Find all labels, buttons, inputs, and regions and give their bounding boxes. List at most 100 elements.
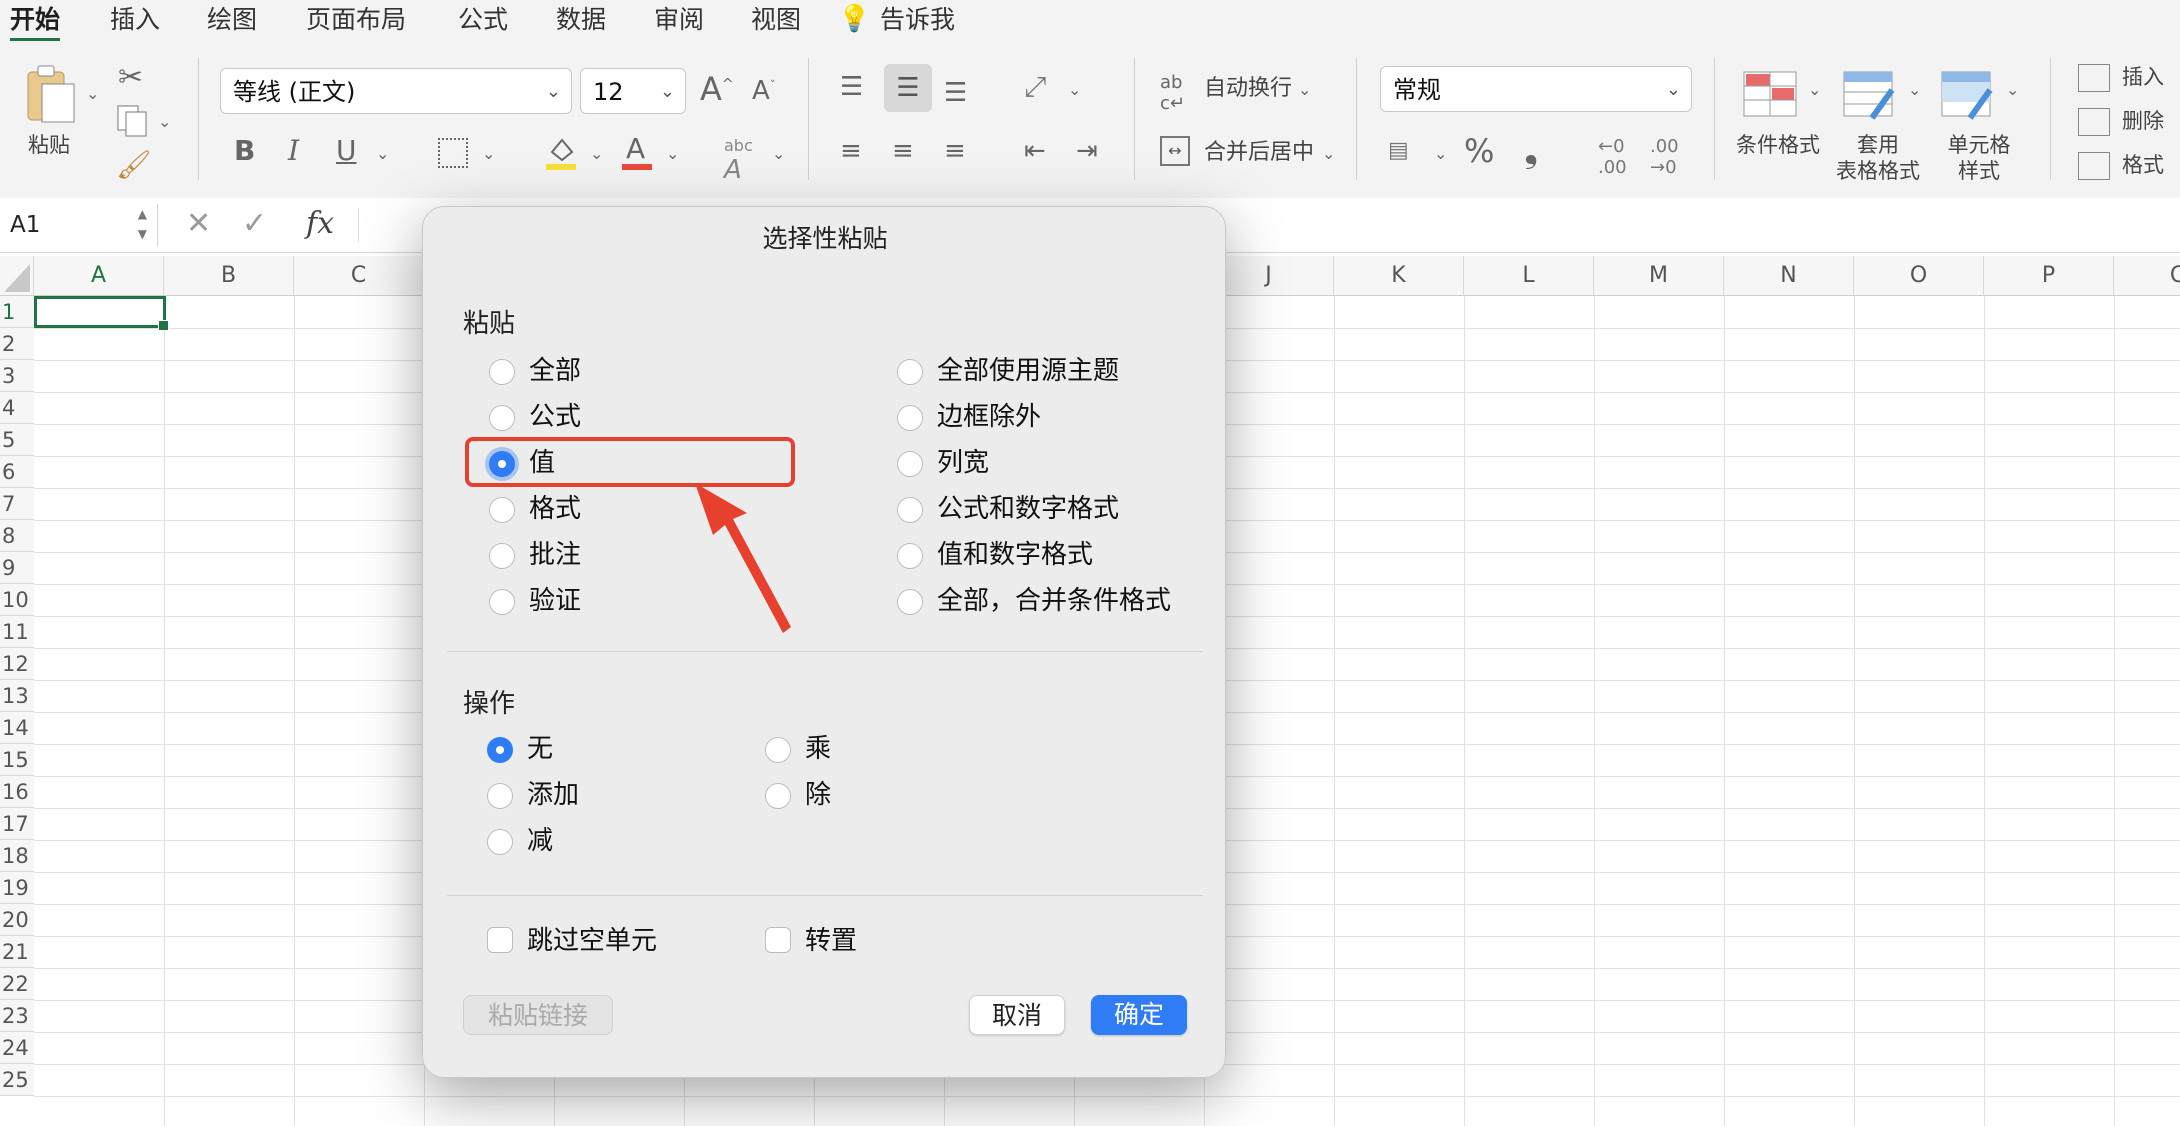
borders-dropdown-icon[interactable]: ⌄	[482, 144, 495, 163]
phonetic-icon[interactable]: abc A	[724, 136, 753, 185]
cancel-button[interactable]: 取消	[969, 995, 1065, 1035]
column-header[interactable]: B	[164, 256, 294, 296]
insert-function-button[interactable]: fx	[306, 206, 334, 241]
cancel-formula-icon[interactable]: ✕	[186, 206, 211, 241]
tab-home[interactable]: 开始	[10, 2, 61, 41]
column-header[interactable]: Q	[2114, 256, 2180, 296]
radio-paste-formats[interactable]	[489, 497, 515, 523]
row-header[interactable]: 21	[0, 936, 34, 968]
stepper-icon[interactable]: ▲ ▼	[138, 204, 147, 244]
radio-paste-all-merge-conditional[interactable]	[897, 589, 923, 615]
radio-paste-formulas-number-formats[interactable]	[897, 497, 923, 523]
cell-styles-label[interactable]: 单元格 样式	[1944, 132, 2014, 184]
radio-paste-comments[interactable]	[489, 543, 515, 569]
row-header[interactable]: 8	[0, 520, 34, 552]
format-painter-icon[interactable]: 🖌	[116, 148, 152, 181]
row-header[interactable]: 20	[0, 904, 34, 936]
merge-center-label[interactable]: 合并后居中	[1204, 140, 1314, 166]
radio-paste-values-number-formats[interactable]	[897, 543, 923, 569]
column-header[interactable]: C	[294, 256, 424, 296]
row-header[interactable]: 16	[0, 776, 34, 808]
radio-paste-all[interactable]	[489, 359, 515, 385]
table-format-dropdown-icon[interactable]: ⌄	[1908, 80, 1921, 99]
borders-icon[interactable]	[438, 138, 468, 168]
column-header[interactable]: L	[1464, 256, 1594, 296]
selected-cell[interactable]	[34, 296, 169, 331]
font-color-dropdown-icon[interactable]: ⌄	[666, 144, 679, 163]
orientation-icon[interactable]: ⤢	[1024, 70, 1046, 104]
cut-icon[interactable]: ✂	[118, 60, 143, 95]
table-format-label[interactable]: 套用 表格格式	[1836, 132, 1920, 184]
conditional-format-dropdown-icon[interactable]: ⌄	[1808, 80, 1821, 99]
row-header[interactable]: 22	[0, 968, 34, 1000]
confirm-formula-icon[interactable]: ✓	[242, 206, 267, 241]
row-header[interactable]: 4	[0, 392, 34, 424]
font-name-select[interactable]: 等线 (正文) ⌄	[220, 68, 572, 114]
tab-draw[interactable]: 绘图	[207, 2, 257, 38]
radio-paste-validation[interactable]	[489, 589, 515, 615]
column-header[interactable]: N	[1724, 256, 1854, 296]
fill-color-dropdown-icon[interactable]: ⌄	[590, 144, 603, 163]
align-right-icon[interactable]: ≡	[944, 136, 966, 166]
row-header[interactable]: 10	[0, 584, 34, 616]
wrap-text-dropdown-icon[interactable]: ⌄	[1298, 80, 1311, 99]
decrease-decimal-icon[interactable]: .00 →0	[1650, 136, 1679, 178]
conditional-format-label[interactable]: 条件格式	[1736, 132, 1820, 158]
transpose-checkbox[interactable]	[765, 927, 791, 953]
column-header[interactable]: A	[34, 256, 164, 296]
increase-decimal-icon[interactable]: ←0.00	[1598, 136, 1627, 178]
column-header[interactable]: O	[1854, 256, 1984, 296]
merge-dropdown-icon[interactable]: ⌄	[1322, 144, 1335, 163]
percent-style-button[interactable]: %	[1464, 132, 1494, 170]
cell-styles-icon[interactable]	[1940, 70, 1996, 122]
align-center-icon[interactable]: ≡	[892, 136, 914, 166]
phonetic-dropdown-icon[interactable]: ⌄	[772, 144, 785, 163]
radio-operation-subtract[interactable]	[487, 829, 513, 855]
number-format-select[interactable]: 常规 ⌄	[1380, 66, 1692, 112]
insert-cells-icon[interactable]	[2078, 64, 2110, 92]
row-header[interactable]: 17	[0, 808, 34, 840]
row-header[interactable]: 5	[0, 424, 34, 456]
underline-button[interactable]: U	[336, 134, 357, 167]
row-header[interactable]: 25	[0, 1064, 34, 1096]
row-header[interactable]: 9	[0, 552, 34, 584]
row-header[interactable]: 18	[0, 840, 34, 872]
align-bottom-icon[interactable]: ☰	[944, 78, 967, 108]
row-header[interactable]: 2	[0, 328, 34, 360]
align-top-icon[interactable]: ☰	[840, 72, 863, 102]
row-header[interactable]: 12	[0, 648, 34, 680]
paste-dropdown-icon[interactable]: ⌄	[86, 84, 99, 103]
orientation-dropdown-icon[interactable]: ⌄	[1068, 80, 1081, 99]
ok-button[interactable]: 确定	[1091, 995, 1187, 1035]
align-left-icon[interactable]: ≡	[840, 136, 862, 166]
copy-dropdown-icon[interactable]: ⌄	[158, 112, 171, 131]
italic-button[interactable]: I	[288, 134, 299, 167]
decrease-indent-icon[interactable]: ⇤	[1024, 136, 1046, 166]
radio-paste-column-widths[interactable]	[897, 451, 923, 477]
column-header[interactable]: M	[1594, 256, 1724, 296]
column-header[interactable]: P	[1984, 256, 2114, 296]
row-header[interactable]: 13	[0, 680, 34, 712]
delete-cells-label[interactable]: 删除	[2122, 108, 2164, 134]
name-box[interactable]: A1 ▲ ▼	[0, 204, 158, 246]
row-header[interactable]: 19	[0, 872, 34, 904]
tab-tell-me[interactable]: 告诉我	[880, 2, 955, 38]
skip-blanks-checkbox[interactable]	[487, 927, 513, 953]
row-header[interactable]: 11	[0, 616, 34, 648]
tab-insert[interactable]: 插入	[110, 2, 160, 38]
tab-view[interactable]: 视图	[751, 2, 801, 38]
wrap-text-icon[interactable]: ab c↵	[1160, 72, 1185, 114]
delete-cells-icon[interactable]	[2078, 108, 2110, 136]
radio-paste-all-source-theme[interactable]	[897, 359, 923, 385]
row-header[interactable]: 3	[0, 360, 34, 392]
radio-operation-none[interactable]	[487, 737, 513, 763]
radio-paste-formulas[interactable]	[489, 405, 515, 431]
tab-formulas[interactable]: 公式	[458, 2, 508, 38]
copy-icon[interactable]	[114, 104, 150, 138]
row-header[interactable]: 15	[0, 744, 34, 776]
comma-style-button[interactable]: ❟	[1524, 130, 1538, 172]
row-header[interactable]: 14	[0, 712, 34, 744]
increase-indent-icon[interactable]: ⇥	[1076, 136, 1098, 166]
font-size-select[interactable]: 12 ⌄	[580, 68, 686, 114]
cell-styles-dropdown-icon[interactable]: ⌄	[2006, 80, 2019, 99]
